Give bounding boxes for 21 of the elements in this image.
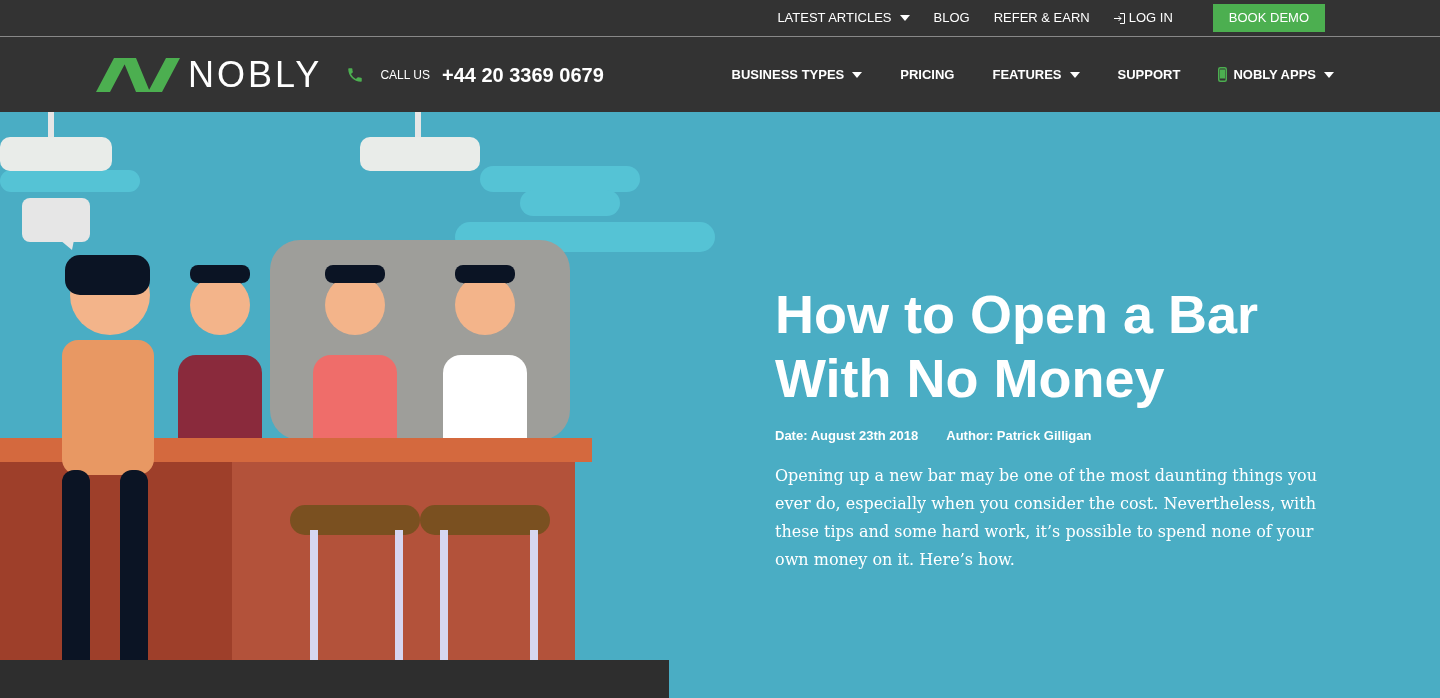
phone-icon bbox=[346, 65, 365, 84]
top-link[interactable]: REFER & EARN bbox=[993, 8, 1090, 28]
article-date: Date: August 23th 2018 bbox=[775, 427, 919, 445]
article-title: How to Open a Bar With No Money bbox=[775, 283, 1260, 410]
article-author: Author: Patrick Gilligan bbox=[946, 427, 1092, 445]
nav-link[interactable]: FEATURES bbox=[992, 64, 1080, 85]
call-label: CALL US bbox=[380, 66, 430, 84]
nav-link[interactable]: NOBLY APPS bbox=[1218, 64, 1334, 85]
nav-link[interactable]: BUSINESS TYPES bbox=[731, 64, 863, 85]
logo-mark-icon bbox=[96, 57, 180, 92]
nav-link[interactable]: SUPPORT bbox=[1117, 64, 1181, 85]
top-link[interactable]: LOG IN bbox=[1113, 8, 1173, 28]
logo[interactable]: NOBLY bbox=[96, 56, 323, 93]
top-link[interactable]: LATEST ARTICLES bbox=[777, 8, 910, 28]
phone-icon bbox=[1218, 67, 1228, 82]
logo-wordmark: NOBLY bbox=[188, 56, 323, 93]
article-intro: Opening up a new bar may be one of the most daunting things you ever do, especially when you consider the cost. Nevertheless, with these tips and some hard work, it’s possible to spend none of your own money on it. Here’s how. bbox=[775, 464, 1319, 571]
login-icon bbox=[1113, 12, 1125, 24]
nav-link[interactable]: PRICING bbox=[900, 64, 955, 85]
phone-number[interactable]: +44 20 3369 0679 bbox=[441, 59, 604, 90]
top-link[interactable]: BLOG bbox=[933, 8, 970, 28]
